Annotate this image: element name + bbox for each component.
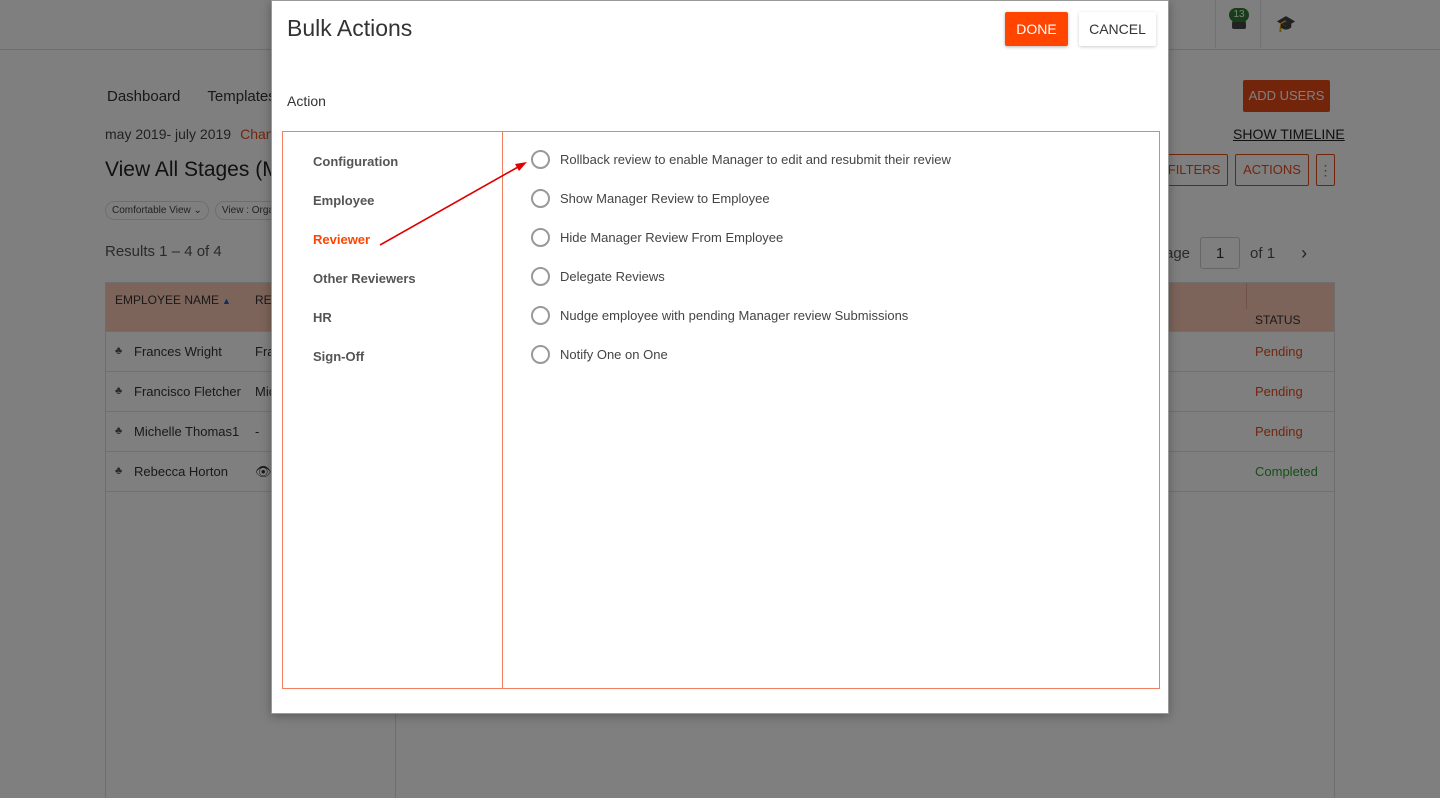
cancel-button[interactable]: CANCEL (1079, 12, 1156, 46)
radio-button[interactable] (531, 149, 550, 169)
action-panel: Configuration Employee Reviewer Other Re… (282, 131, 1160, 689)
option-rollback-review[interactable]: Rollback review to enable Manager to edi… (531, 149, 951, 169)
option-label: Notify One on One (560, 346, 668, 362)
radio-button[interactable] (531, 305, 550, 325)
radio-button[interactable] (531, 266, 550, 286)
option-delegate-reviews[interactable]: Delegate Reviews (531, 266, 665, 286)
action-label: Action (287, 93, 326, 109)
bulk-actions-modal: Bulk Actions DONE CANCEL Action Configur… (271, 0, 1169, 714)
option-nudge-employee[interactable]: Nudge employee with pending Manager revi… (531, 305, 908, 325)
category-hr[interactable]: HR (313, 310, 332, 325)
category-list: Configuration Employee Reviewer Other Re… (283, 132, 503, 688)
category-configuration[interactable]: Configuration (313, 154, 398, 169)
option-label: Nudge employee with pending Manager revi… (560, 307, 909, 323)
action-options: Rollback review to enable Manager to edi… (503, 132, 1159, 688)
option-label: Delegate Reviews (560, 268, 665, 284)
option-label: Show Manager Review to Employee (560, 190, 770, 206)
radio-button[interactable] (531, 188, 550, 208)
category-sign-off[interactable]: Sign-Off (313, 349, 364, 364)
category-reviewer[interactable]: Reviewer (313, 232, 370, 247)
option-notify-one-on-one[interactable]: Notify One on One (531, 344, 668, 364)
option-label: Rollback review to enable Manager to edi… (560, 151, 951, 167)
radio-button[interactable] (531, 344, 550, 364)
done-button[interactable]: DONE (1005, 12, 1068, 46)
option-show-manager-review[interactable]: Show Manager Review to Employee (531, 188, 770, 208)
category-employee[interactable]: Employee (313, 193, 374, 208)
radio-button[interactable] (531, 227, 550, 247)
modal-title: Bulk Actions (287, 15, 413, 41)
option-label: Hide Manager Review From Employee (560, 229, 784, 245)
category-other-reviewers[interactable]: Other Reviewers (313, 271, 416, 286)
option-hide-manager-review[interactable]: Hide Manager Review From Employee (531, 227, 783, 247)
